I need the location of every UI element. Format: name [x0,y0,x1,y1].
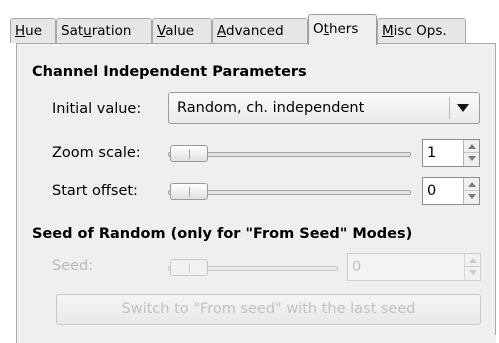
increment-arrow-icon[interactable] [464,178,479,191]
zoom-scale-spinbox[interactable]: 1 [422,139,480,167]
tab-saturation[interactable]: Saturation [56,18,152,43]
tab-bar: Hue Saturation Value Advanced Others Mis… [10,14,490,45]
zoom-scale-stepper [463,140,479,166]
decrement-arrow-icon[interactable] [465,267,480,280]
chevron-down-icon [457,104,469,112]
initial-value-dropdown[interactable]: Random, ch. independent [168,92,480,124]
tab-others-rest: hers [328,21,359,37]
start-offset-value: 0 [427,183,437,199]
zoom-scale-value: 1 [427,145,437,161]
tab-value-mnemonic: V [157,23,166,39]
initial-value-selected: Random, ch. independent [177,100,365,116]
tab-hue[interactable]: Hue [10,18,56,43]
tab-saturation-rest: ration [91,23,132,39]
tab-others[interactable]: Others [308,14,377,45]
decrement-arrow-icon[interactable] [464,191,479,204]
increment-arrow-icon[interactable] [464,140,479,153]
tab-misc-ops[interactable]: Misc Ops. [377,18,466,43]
start-offset-stepper [463,178,479,204]
seed-handle[interactable] [170,259,208,276]
decrement-arrow-icon[interactable] [464,153,479,166]
increment-arrow-icon[interactable] [465,254,480,267]
tab-value[interactable]: Value [152,18,212,43]
tab-advanced-mnemonic: A [217,23,226,39]
zoom-scale-handle[interactable] [170,145,208,162]
tab-advanced-rest: dvanced [226,23,284,39]
start-offset-handle[interactable] [170,183,208,200]
others-tab-panel: Hue Saturation Value Advanced Others Mis… [0,0,499,343]
tab-saturation-prefix: Sat [61,23,84,39]
switch-to-from-seed-button[interactable]: Switch to "From seed" with the last seed [56,294,481,325]
seed-stepper [464,254,480,280]
tab-saturation-mnemonic: u [83,23,92,39]
zoom-scale-label: Zoom scale: [52,145,141,161]
seed-label: Seed: [52,258,94,274]
tab-value-rest: alue [165,23,195,39]
initial-value-label: Initial value: [52,101,142,117]
grip-icon [189,263,190,273]
dropdown-separator [449,97,450,119]
seed-spinbox[interactable]: 0 [347,253,481,281]
grip-icon [189,187,190,197]
tab-misc-ops-rest: isc Ops. [393,23,447,39]
zoom-scale-slider[interactable] [168,145,411,163]
tab-hue-rest: ue [25,23,43,39]
start-offset-slider[interactable] [168,183,411,201]
section-title-channel-independent: Channel Independent Parameters [32,64,307,80]
tab-advanced[interactable]: Advanced [212,18,308,43]
panel-edge [495,43,496,335]
start-offset-spinbox[interactable]: 0 [422,177,480,205]
tab-hue-mnemonic: H [15,23,26,39]
seed-slider[interactable] [168,259,338,277]
grip-icon [189,149,190,159]
tab-misc-ops-mnemonic: M [382,23,394,39]
start-offset-label: Start offset: [52,183,138,199]
seed-value: 0 [352,259,362,275]
tab-others-prefix: O [313,21,324,37]
section-title-seed: Seed of Random (only for "From Seed" Mod… [32,226,413,242]
